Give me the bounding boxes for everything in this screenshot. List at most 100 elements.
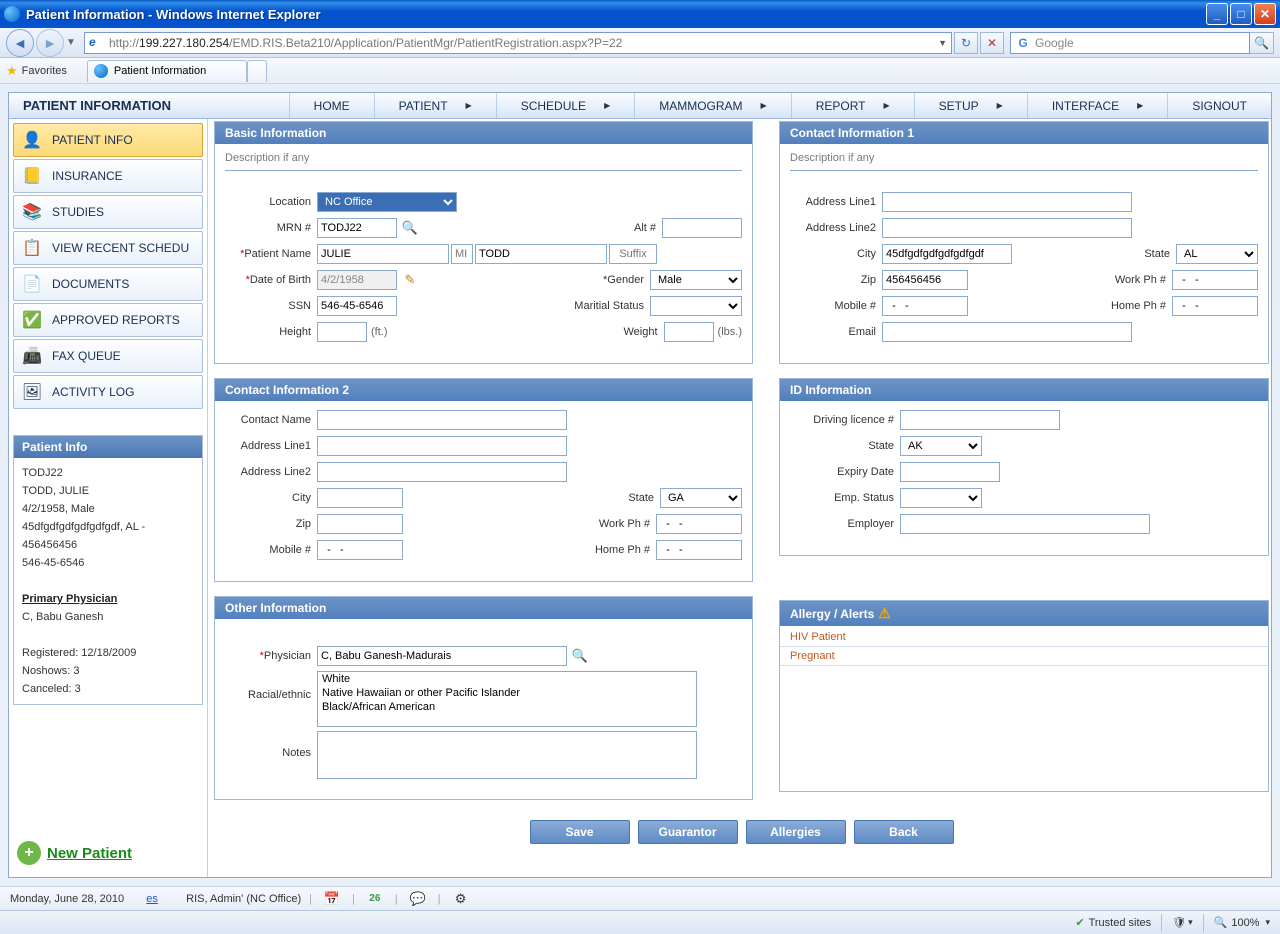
- c1-zip-input[interactable]: [882, 270, 968, 290]
- notes-textarea[interactable]: [317, 731, 697, 779]
- calendar-icon[interactable]: ✎: [401, 271, 419, 289]
- sidebar-item-insurance[interactable]: 📒INSURANCE: [13, 159, 203, 193]
- window-maximize-button[interactable]: □: [1230, 3, 1252, 25]
- save-button[interactable]: Save: [530, 820, 630, 844]
- browser-search-input[interactable]: G Google: [1010, 32, 1250, 54]
- new-tab-button[interactable]: [247, 60, 267, 82]
- c2-addr2-input[interactable]: [317, 462, 567, 482]
- menu-interface[interactable]: INTERFACE▶: [1027, 93, 1168, 118]
- c1-city-input[interactable]: [882, 244, 1012, 264]
- list-item[interactable]: White: [318, 672, 696, 686]
- sidebar-item-fax-queue[interactable]: 📠FAX QUEUE: [13, 339, 203, 373]
- sidebar-item-view-recent-schedu[interactable]: 📋VIEW RECENT SCHEDU: [13, 231, 203, 265]
- menu-signout[interactable]: SIGNOUT: [1167, 93, 1271, 118]
- c1-homeph-input[interactable]: [1172, 296, 1258, 316]
- racial-ethnic-listbox[interactable]: WhiteNative Hawaiian or other Pacific Is…: [317, 671, 697, 727]
- weight-input[interactable]: [664, 322, 714, 342]
- refresh-button[interactable]: ↻: [954, 32, 978, 54]
- ssn-input[interactable]: [317, 296, 397, 316]
- zoom-icon[interactable]: 🔍: [1214, 916, 1228, 929]
- panel-header: Allergy / Alerts⚠: [780, 601, 1268, 626]
- list-item[interactable]: Black/African American: [318, 700, 696, 714]
- alt-input[interactable]: [662, 218, 742, 238]
- dl-input[interactable]: [900, 410, 1060, 430]
- chat-icon[interactable]: 💬: [410, 891, 426, 907]
- c1-workph-input[interactable]: [1172, 270, 1258, 290]
- c2-state-select[interactable]: GA: [660, 488, 742, 508]
- menu-setup[interactable]: SETUP▶: [914, 93, 1027, 118]
- gear-icon[interactable]: ⚙: [453, 891, 469, 907]
- guarantor-button[interactable]: Guarantor: [638, 820, 738, 844]
- sidebar-item-documents[interactable]: 📄DOCUMENTS: [13, 267, 203, 301]
- c2-workph-input[interactable]: [656, 514, 742, 534]
- sidebar-item-approved-reports[interactable]: ✅APPROVED REPORTS: [13, 303, 203, 337]
- favorites-label[interactable]: Favorites: [22, 65, 67, 77]
- page-icon: e: [89, 35, 105, 51]
- menu-home[interactable]: HOME: [289, 93, 374, 118]
- c1-addr1-input[interactable]: [882, 192, 1132, 212]
- address-dropdown-icon[interactable]: ▼: [938, 38, 947, 48]
- list-item[interactable]: Native Hawaiian or other Pacific Islande…: [318, 686, 696, 700]
- calendar-icon[interactable]: 📅: [324, 891, 340, 907]
- c1-email-input[interactable]: [882, 322, 1132, 342]
- physician-input[interactable]: [317, 646, 567, 666]
- expiry-input[interactable]: [900, 462, 1000, 482]
- menu-report[interactable]: REPORT▶: [791, 93, 914, 118]
- search-go-button[interactable]: 🔍: [1250, 32, 1274, 54]
- sidebar-label: DOCUMENTS: [52, 277, 129, 291]
- stop-button[interactable]: ✕: [980, 32, 1004, 54]
- language-link[interactable]: es: [146, 893, 158, 905]
- back-button[interactable]: ◄: [6, 29, 34, 57]
- id-state-select[interactable]: AK: [900, 436, 982, 456]
- browser-toolbar: ◄ ► ▼ e http://199.227.180.254/EMD.RIS.B…: [0, 28, 1280, 58]
- sidebar-item-patient-info[interactable]: 👤PATIENT INFO: [13, 123, 203, 157]
- protected-mode-icon[interactable]: 🛡: [1172, 916, 1186, 929]
- menu-patient[interactable]: PATIENT▶: [374, 93, 496, 118]
- mi-input[interactable]: [451, 244, 473, 264]
- menu-schedule[interactable]: SCHEDULE▶: [496, 93, 635, 118]
- app-header: PATIENT INFORMATION HOMEPATIENT▶SCHEDULE…: [9, 93, 1271, 119]
- sidebar-icon: 🖼: [20, 380, 44, 404]
- last-name-input[interactable]: [475, 244, 607, 264]
- empstatus-select[interactable]: [900, 488, 982, 508]
- address-bar[interactable]: e http://199.227.180.254/EMD.RIS.Beta210…: [84, 32, 952, 54]
- search-icon[interactable]: 🔍: [401, 219, 419, 237]
- c1-state-select[interactable]: AL: [1176, 244, 1258, 264]
- allergies-button[interactable]: Allergies: [746, 820, 846, 844]
- c2-mobile-input[interactable]: [317, 540, 403, 560]
- menu-mammogram[interactable]: MAMMOGRAM▶: [634, 93, 790, 118]
- dob-input[interactable]: [317, 270, 397, 290]
- forward-button[interactable]: ►: [36, 29, 64, 57]
- browser-tab[interactable]: Patient Information: [87, 60, 247, 82]
- back-button[interactable]: Back: [854, 820, 954, 844]
- calendar-26-icon[interactable]: 26: [367, 891, 383, 907]
- sidebar-item-studies[interactable]: 📚STUDIES: [13, 195, 203, 229]
- c2-addr1-input[interactable]: [317, 436, 567, 456]
- search-icon[interactable]: 🔍: [571, 647, 589, 665]
- favorites-star-icon[interactable]: ★: [6, 63, 18, 79]
- panel-description: Description if any: [225, 152, 742, 171]
- c2-zip-input[interactable]: [317, 514, 403, 534]
- new-patient-button[interactable]: + New Patient: [13, 833, 203, 873]
- contact-name-input[interactable]: [317, 410, 567, 430]
- marital-select[interactable]: [650, 296, 742, 316]
- window-close-button[interactable]: ✕: [1254, 3, 1276, 25]
- contact2-panel: Contact Information 2 Contact Name Addre…: [214, 378, 753, 582]
- employer-input[interactable]: [900, 514, 1150, 534]
- other-info-panel: Other Information *Physician 🔍 Racial/et…: [214, 596, 753, 800]
- height-input[interactable]: [317, 322, 367, 342]
- mrn-input[interactable]: [317, 218, 397, 238]
- sidebar-item-activity-log[interactable]: 🖼ACTIVITY LOG: [13, 375, 203, 409]
- c1-addr2-input[interactable]: [882, 218, 1132, 238]
- alt-label: Alt #: [574, 222, 662, 234]
- c2-homeph-input[interactable]: [656, 540, 742, 560]
- c1-mobile-input[interactable]: [882, 296, 968, 316]
- gender-select[interactable]: Male: [650, 270, 742, 290]
- c2-city-input[interactable]: [317, 488, 403, 508]
- favorites-bar: ★ Favorites Patient Information: [0, 58, 1280, 84]
- first-name-input[interactable]: [317, 244, 449, 264]
- location-select[interactable]: NC Office: [317, 192, 457, 212]
- window-minimize-button[interactable]: _: [1206, 3, 1228, 25]
- suffix-input[interactable]: [609, 244, 657, 264]
- history-dropdown-icon[interactable]: ▼: [66, 37, 78, 48]
